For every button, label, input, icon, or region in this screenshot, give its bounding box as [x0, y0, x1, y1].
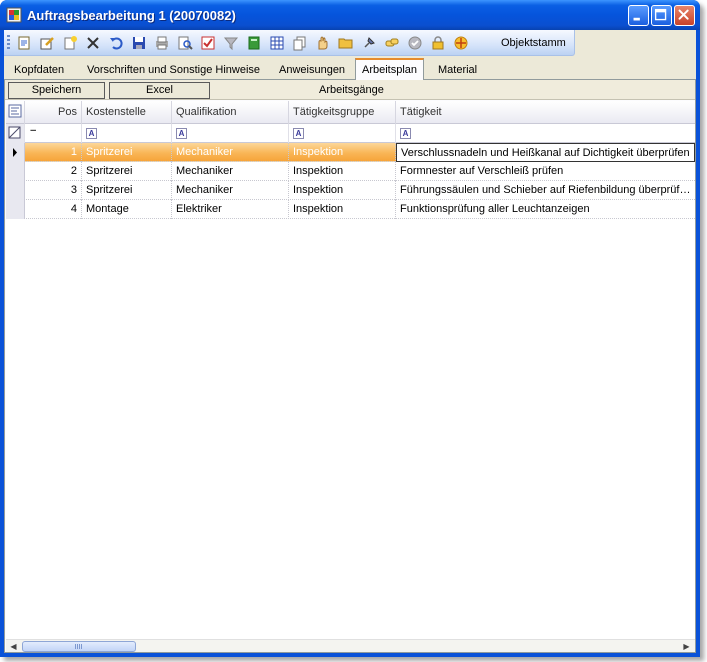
minimize-button[interactable] — [628, 5, 649, 26]
current-row-arrow-icon — [13, 148, 17, 157]
column-header-taetigkeit[interactable]: Tätigkeit — [396, 101, 695, 124]
toolbar-grip[interactable] — [7, 35, 10, 51]
filter-icon[interactable] — [223, 35, 239, 51]
tab-vorschriften[interactable]: Vorschriften und Sonstige Hinweise — [81, 61, 266, 80]
cell-kostenstelle[interactable]: Spritzerei — [82, 181, 172, 200]
grid-header: Pos Kostenstelle Qualifikation Tätigkeit… — [6, 101, 695, 124]
column-header-pos[interactable]: Pos — [25, 101, 82, 124]
title-bar[interactable]: Auftragsbearbeitung 1 (20070082) — [0, 0, 700, 30]
cell-qualifikation[interactable]: Elektriker — [172, 200, 289, 219]
cell-pos[interactable]: 2 — [25, 162, 82, 181]
cell-gruppe[interactable]: Inspektion — [289, 143, 396, 162]
save-icon[interactable] — [131, 35, 147, 51]
book-icon[interactable] — [246, 35, 262, 51]
properties-icon[interactable] — [16, 35, 32, 51]
tab-material[interactable]: Material — [432, 61, 483, 80]
band-title: Arbeitsgänge — [319, 84, 384, 96]
column-header-qualifikation[interactable]: Qualifikation — [172, 101, 289, 124]
close-icon — [678, 9, 689, 20]
tab-arbeitsplan[interactable]: Arbeitsplan — [355, 58, 425, 81]
column-chooser-icon[interactable] — [6, 101, 25, 124]
filter-row: − A A A A — [6, 124, 695, 143]
cell-gruppe[interactable]: Inspektion — [289, 181, 396, 200]
row-selector[interactable] — [6, 200, 25, 219]
table-row[interactable]: 3 Spritzerei Mechaniker Inspektion Führu… — [6, 181, 695, 200]
maximize-icon — [654, 8, 667, 21]
cell-kostenstelle[interactable]: Spritzerei — [82, 162, 172, 181]
horizontal-scrollbar[interactable]: ◀ ▶ — [6, 639, 695, 652]
approve-icon[interactable] — [407, 35, 423, 51]
cell-qualifikation[interactable]: Mechaniker — [172, 143, 289, 162]
move-icon[interactable] — [453, 35, 469, 51]
column-header-kostenstelle[interactable]: Kostenstelle — [82, 101, 172, 124]
table-row[interactable]: 2 Spritzerei Mechaniker Inspektion Formn… — [6, 162, 695, 181]
data-grid[interactable]: Pos Kostenstelle Qualifikation Tätigkeit… — [6, 101, 695, 639]
pin-icon[interactable] — [361, 35, 377, 51]
clear-filter-icon[interactable] — [6, 124, 25, 143]
save-button[interactable]: Speichern — [8, 82, 105, 99]
copy-icon[interactable] — [292, 35, 308, 51]
row-selector[interactable] — [6, 162, 25, 181]
cell-taetigkeit[interactable]: Formnester auf Verschleiß prüfen — [396, 162, 695, 181]
window-title: Auftragsbearbeitung 1 (20070082) — [27, 8, 236, 23]
table-row[interactable]: 4 Montage Elektriker Inspektion Funktion… — [6, 200, 695, 219]
cell-kostenstelle[interactable]: Spritzerei — [82, 143, 172, 162]
objektstamm-button[interactable]: Objektstamm — [501, 37, 566, 49]
cell-pos[interactable]: 1 — [25, 143, 82, 162]
cell-gruppe[interactable]: Inspektion — [289, 200, 396, 219]
toolbar: Objektstamm — [4, 30, 575, 56]
filter-taetigkeit[interactable]: A — [396, 124, 695, 143]
print-icon[interactable] — [154, 35, 170, 51]
filter-qualifikation[interactable]: A — [172, 124, 289, 143]
scroll-left-icon[interactable]: ◀ — [8, 641, 19, 652]
app-icon — [6, 7, 22, 23]
row-selector[interactable] — [6, 143, 25, 162]
hand-icon[interactable] — [315, 35, 331, 51]
scroll-thumb[interactable] — [22, 641, 136, 652]
client-area: Objektstamm Kopfdaten Vorschriften und S… — [4, 30, 696, 653]
table-row[interactable]: 1 Spritzerei Mechaniker Inspektion Versc… — [6, 143, 695, 162]
tab-strip: Kopfdaten Vorschriften und Sonstige Hinw… — [4, 58, 696, 81]
open-folder-icon[interactable] — [338, 35, 354, 51]
grid-band: Speichern Excel Arbeitsgänge — [5, 80, 695, 100]
cell-pos[interactable]: 3 — [25, 181, 82, 200]
filter-pos[interactable]: − — [25, 124, 82, 143]
cell-qualifikation[interactable]: Mechaniker — [172, 162, 289, 181]
checklist-icon[interactable] — [200, 35, 216, 51]
undo-icon[interactable] — [108, 35, 124, 51]
edit-icon[interactable] — [39, 35, 55, 51]
table-icon[interactable] — [269, 35, 285, 51]
cell-gruppe[interactable]: Inspektion — [289, 162, 396, 181]
new-icon[interactable] — [62, 35, 78, 51]
minimize-icon — [633, 17, 640, 21]
cell-taetigkeit[interactable]: Führungssäulen und Schieber auf Riefenbi… — [396, 181, 695, 200]
maximize-button[interactable] — [651, 5, 672, 26]
delete-icon[interactable] — [85, 35, 101, 51]
filter-kostenstelle[interactable]: A — [82, 124, 172, 143]
link-icon[interactable] — [384, 35, 400, 51]
lock-icon[interactable] — [430, 35, 446, 51]
text-filter-icon: A — [176, 128, 187, 139]
row-selector[interactable] — [6, 181, 25, 200]
app-window: Auftragsbearbeitung 1 (20070082) Objekts… — [0, 0, 700, 657]
filter-operator-icon: − — [30, 125, 37, 137]
column-header-taetigkeitsgruppe[interactable]: Tätigkeitsgruppe — [289, 101, 396, 124]
tab-kopfdaten[interactable]: Kopfdaten — [8, 61, 70, 80]
arbeitsplan-panel: Speichern Excel Arbeitsgänge Pos Kostens… — [4, 80, 696, 653]
text-filter-icon: A — [293, 128, 304, 139]
preview-icon[interactable] — [177, 35, 193, 51]
text-filter-icon: A — [400, 128, 411, 139]
tab-anweisungen[interactable]: Anweisungen — [273, 61, 351, 80]
filter-taetigkeitsgruppe[interactable]: A — [289, 124, 396, 143]
cell-pos[interactable]: 4 — [25, 200, 82, 219]
close-button[interactable] — [674, 5, 695, 26]
text-filter-icon: A — [86, 128, 97, 139]
cell-taetigkeit[interactable]: Verschlussnadeln und Heißkanal auf Dicht… — [396, 143, 695, 162]
thumb-grip — [75, 644, 83, 649]
cell-kostenstelle[interactable]: Montage — [82, 200, 172, 219]
scroll-right-icon[interactable]: ▶ — [681, 641, 692, 652]
cell-qualifikation[interactable]: Mechaniker — [172, 181, 289, 200]
excel-button[interactable]: Excel — [109, 82, 210, 99]
cell-taetigkeit[interactable]: Funktionsprüfung aller Leuchtanzeigen — [396, 200, 695, 219]
